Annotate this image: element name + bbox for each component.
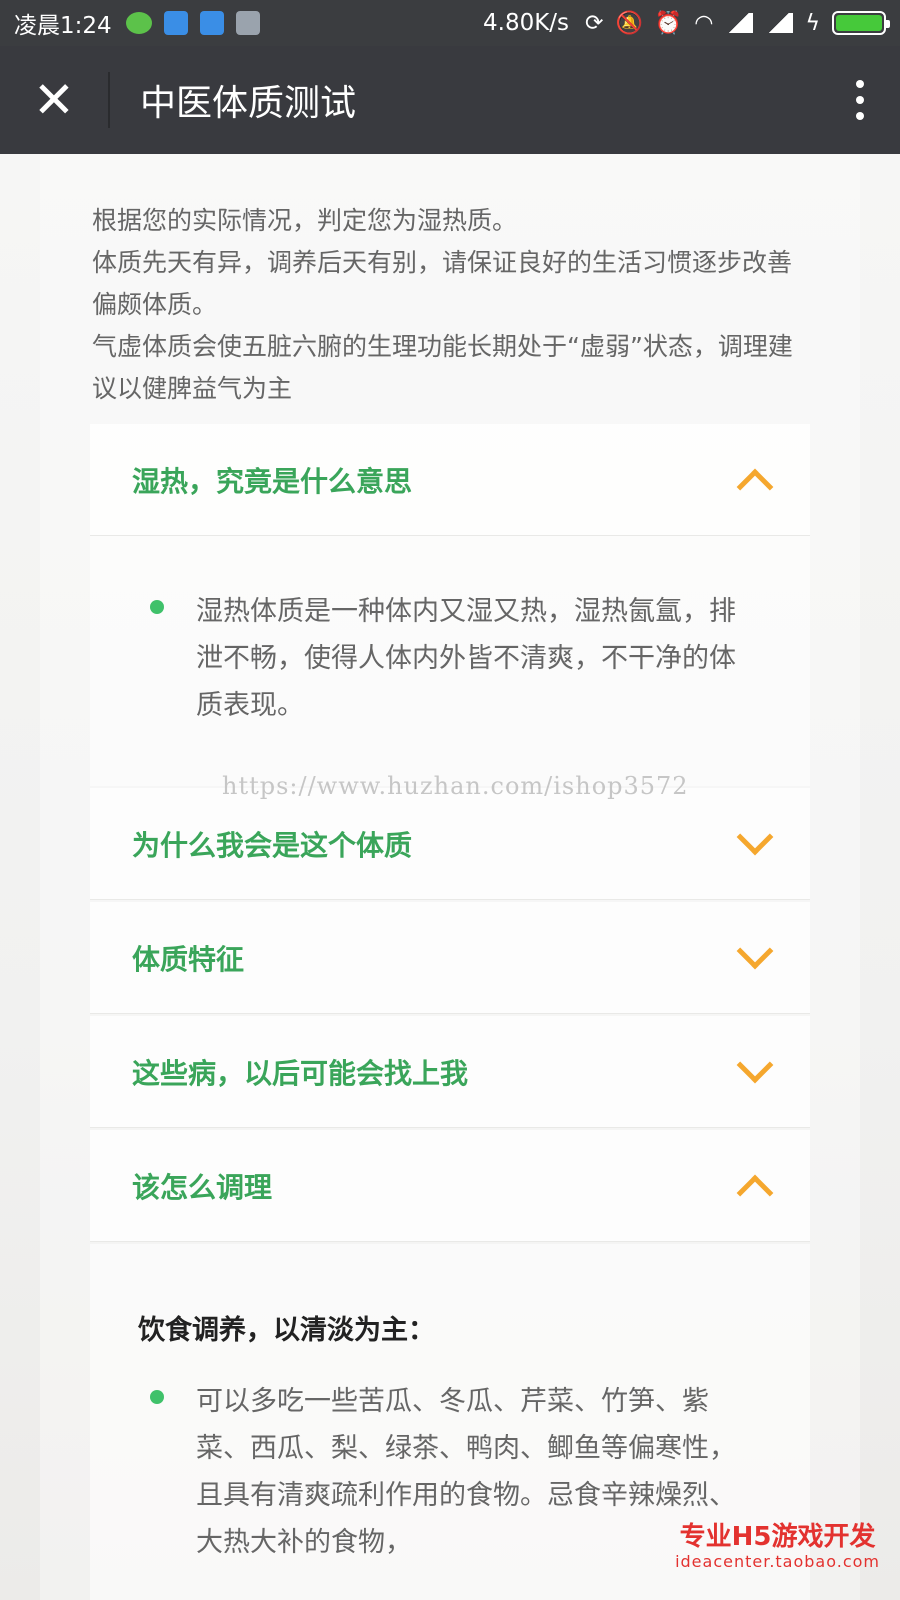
charging-icon: ϟ	[805, 10, 820, 36]
battery-icon	[832, 11, 890, 35]
status-time: 凌晨1:24	[14, 13, 112, 39]
page-title: 中医体质测试	[140, 83, 357, 124]
status-bar: 凌晨1:24 4.80K/s ⟳ 🔕 ⏰ ◠ ϟ	[0, 0, 900, 46]
wechat-icon	[125, 12, 152, 34]
diet-heading: 饮食调养，以清淡为主：	[138, 1315, 435, 1346]
bullet-dot-icon	[150, 600, 164, 614]
intro-line: 体质先天有异，调养后天有别，请保证良好的生活习惯逐步改善偏颇体质。	[92, 248, 793, 319]
network-speed: 4.80K/s	[483, 10, 570, 36]
more-dot-icon	[856, 96, 864, 104]
accordion-title: 体质特征	[132, 942, 245, 976]
watermark-url: https://www.huzhan.com/ishop3572	[222, 772, 689, 800]
more-menu-button[interactable]	[820, 80, 900, 120]
intro-line: 气虚体质会使五脏六腑的生理功能长期处于“虚弱”状态，调理建议以健脾益气为主	[92, 332, 793, 403]
wifi-icon: ◠	[694, 10, 714, 36]
list-item: 可以多吃一些苦瓜、冬瓜、芹菜、竹笋、紫菜、西瓜、梨、绿茶、鸭肉、鲫鱼等偏寒性，且…	[150, 1378, 741, 1566]
diet-content: 可以多吃一些苦瓜、冬瓜、芹菜、竹笋、紫菜、西瓜、梨、绿茶、鸭肉、鲫鱼等偏寒性，且…	[196, 1386, 736, 1558]
accordion-header-cause[interactable]: 为什么我会是这个体质	[90, 788, 810, 900]
accordion-header-diseases[interactable]: 这些病，以后可能会找上我	[90, 1016, 810, 1128]
accordion-header-regimen[interactable]: 该怎么调理	[90, 1130, 810, 1242]
result-intro: 根据您的实际情况，判定您为湿热质。 体质先天有异，调养后天有别，请保证良好的生活…	[92, 200, 812, 410]
signal-icon	[725, 13, 754, 33]
alarm-icon: ⏰	[654, 10, 683, 36]
nav-bar: ✕ 中医体质测试	[0, 46, 900, 154]
notification-app-icon	[163, 11, 188, 35]
more-dot-icon	[856, 112, 864, 120]
more-dot-icon	[856, 80, 864, 88]
chevron-down-icon	[736, 1046, 774, 1084]
promo-url: ideacenter.taobao.com	[675, 1552, 880, 1571]
signal-icon-2	[765, 13, 794, 33]
accordion-header-features[interactable]: 体质特征	[90, 902, 810, 1014]
sync-icon: ⟳	[585, 10, 604, 36]
accordion-content: 湿热体质是一种体内又湿又热，湿热氤氲，排泄不畅，使得人体内外皆不清爽，不干净的体…	[196, 596, 736, 721]
chevron-up-icon	[736, 468, 774, 506]
accordion-title: 为什么我会是这个体质	[132, 828, 413, 862]
accordion-title: 这些病，以后可能会找上我	[132, 1056, 469, 1090]
chevron-down-icon	[736, 932, 774, 970]
notification-message-icon	[235, 11, 260, 35]
notification-app-icon-2	[199, 11, 224, 35]
close-button[interactable]: ✕	[0, 71, 110, 129]
list-item: 湿热体质是一种体内又湿又热，湿热氤氲，排泄不畅，使得人体内外皆不清爽，不干净的体…	[150, 588, 741, 729]
accordion-header-meaning[interactable]: 湿热，究竟是什么意思	[90, 424, 810, 536]
accordion-title: 该怎么调理	[132, 1170, 273, 1204]
mute-bell-icon: 🔕	[615, 10, 643, 36]
chevron-up-icon	[736, 1174, 774, 1212]
bullet-dot-icon	[150, 1390, 164, 1404]
promo-title: 专业H5游戏开发	[679, 1522, 876, 1552]
intro-line: 根据您的实际情况，判定您为湿热质。	[92, 206, 518, 235]
chevron-down-icon	[736, 818, 774, 856]
promo-watermark: 专业H5游戏开发 ideacenter.taobao.com	[675, 1522, 880, 1571]
accordion-title: 湿热，究竟是什么意思	[132, 464, 413, 498]
